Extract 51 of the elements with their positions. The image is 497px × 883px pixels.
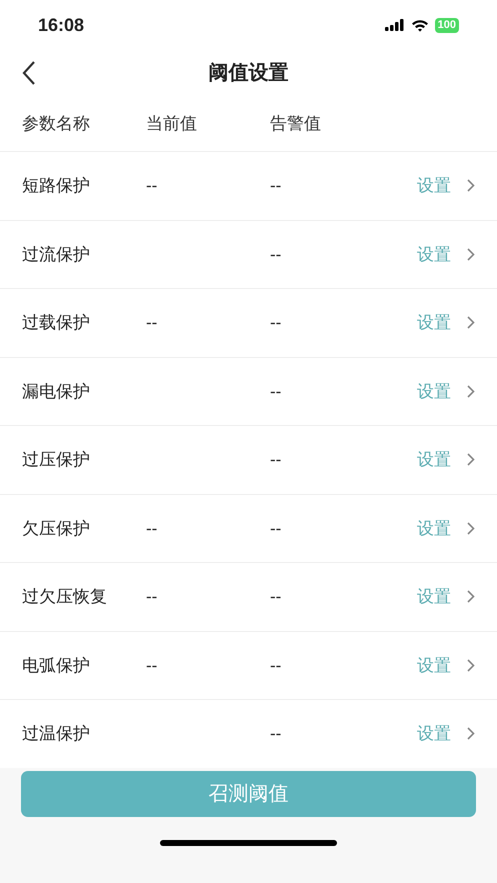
alarm-value: -- xyxy=(270,380,282,402)
current-value: -- xyxy=(146,176,158,195)
measure-threshold-button[interactable]: 召测阈值 xyxy=(21,771,476,817)
parameter-name: 过流保护 xyxy=(22,244,91,266)
status-time: 16:08 xyxy=(38,14,84,36)
set-link[interactable]: 设置 xyxy=(417,173,475,198)
set-link[interactable]: 设置 xyxy=(417,310,475,336)
parameter-name: 过温保护 xyxy=(22,723,91,745)
alarm-value: -- xyxy=(270,518,282,540)
current-value: -- xyxy=(146,518,158,538)
chevron-right-icon xyxy=(467,248,475,261)
alarm-value: -- xyxy=(270,244,282,266)
chevron-right-icon xyxy=(467,179,475,192)
battery-indicator: 100 xyxy=(434,18,459,32)
column-header: 当前值 xyxy=(146,112,198,135)
set-link[interactable]: 设置 xyxy=(417,584,475,610)
set-link[interactable]: 设置 xyxy=(417,242,475,267)
alarm-value: -- xyxy=(270,175,282,197)
chevron-right-icon xyxy=(467,522,475,535)
alarm-value: -- xyxy=(270,723,282,745)
parameter-name: 过压保护 xyxy=(22,449,91,471)
parameter-name: 过载保护 xyxy=(22,312,91,334)
chevron-right-icon xyxy=(467,453,475,466)
alarm-value: -- xyxy=(270,312,282,334)
chevron-right-icon xyxy=(467,384,475,398)
current-value: -- xyxy=(146,587,158,606)
alarm-value: -- xyxy=(270,586,282,608)
alarm-value: -- xyxy=(270,654,282,676)
page-title: 阈值设置 xyxy=(208,61,288,86)
column-header: 参数名称 xyxy=(22,112,91,135)
alarm-value: -- xyxy=(270,449,282,471)
set-link[interactable]: 设置 xyxy=(417,378,475,404)
set-link[interactable]: 设置 xyxy=(417,447,475,472)
set-link[interactable]: 设置 xyxy=(417,652,475,678)
parameter-name: 短路保护 xyxy=(22,175,91,197)
chevron-right-icon xyxy=(467,658,475,672)
current-value: -- xyxy=(146,313,158,332)
set-link[interactable]: 设置 xyxy=(417,516,475,541)
parameter-name: 漏电保护 xyxy=(22,380,91,402)
chevron-right-icon xyxy=(467,316,475,330)
parameter-name: 电弧保护 xyxy=(22,654,91,676)
signal-icon xyxy=(384,19,405,31)
chevron-right-icon xyxy=(467,727,475,740)
chevron-left-icon xyxy=(22,60,36,86)
parameter-name: 欠压保护 xyxy=(22,518,91,540)
parameter-name: 过欠压恢复 xyxy=(22,586,108,608)
chevron-right-icon xyxy=(467,590,475,604)
column-header: 告警值 xyxy=(270,112,321,135)
wifi-icon xyxy=(410,18,429,32)
set-link[interactable]: 设置 xyxy=(417,721,475,746)
current-value: -- xyxy=(146,656,158,674)
